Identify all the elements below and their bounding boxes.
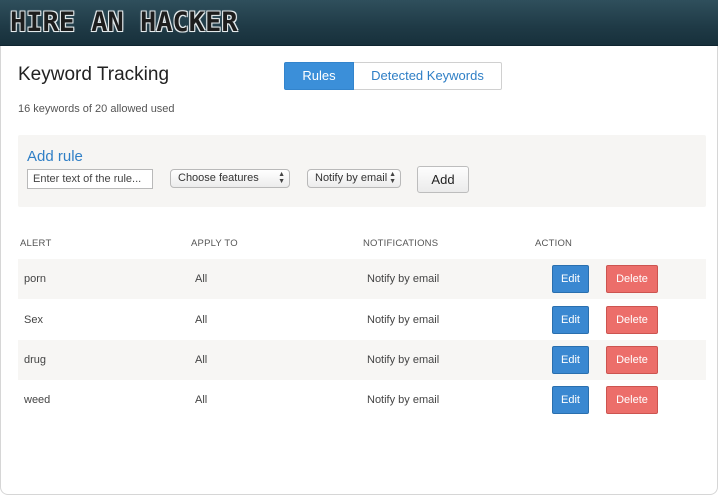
- apply-to-cell: All: [195, 314, 208, 326]
- delete-button[interactable]: Delete: [606, 306, 658, 334]
- edit-button[interactable]: Edit: [552, 306, 589, 334]
- edit-button[interactable]: Edit: [552, 386, 589, 414]
- notify-select-value: Notify by email: [315, 172, 388, 184]
- add-rule-button[interactable]: Add: [417, 166, 469, 193]
- column-header-action: ACTION: [535, 238, 573, 249]
- table-row: drug All Notify by email Edit Delete: [18, 340, 706, 380]
- site-logo: HIRE AN HACKER: [10, 7, 238, 38]
- alert-cell: Sex: [24, 314, 43, 326]
- notify-select[interactable]: Notify by email ▲ ▼: [307, 169, 401, 188]
- add-rule-title: Add rule: [27, 148, 83, 165]
- alert-cell: weed: [24, 394, 51, 406]
- edit-button[interactable]: Edit: [552, 265, 589, 293]
- delete-button[interactable]: Delete: [606, 346, 658, 374]
- notification-cell: Notify by email: [367, 314, 440, 326]
- notification-cell: Notify by email: [367, 354, 440, 366]
- table-row: weed All Notify by email Edit Delete: [18, 380, 706, 420]
- page-title: Keyword Tracking: [18, 64, 170, 85]
- rule-text-input[interactable]: [27, 169, 153, 189]
- notification-cell: Notify by email: [367, 394, 440, 406]
- apply-to-cell: All: [195, 273, 208, 285]
- table-row: porn All Notify by email Edit Delete: [18, 259, 706, 299]
- keyword-usage-text: 16 keywords of 20 allowed used: [18, 103, 175, 115]
- column-header-alert: ALERT: [20, 238, 52, 249]
- features-select[interactable]: Choose features ▲ ▼: [170, 169, 290, 188]
- top-header-bar: HIRE AN HACKER: [0, 0, 718, 46]
- alert-cell: drug: [24, 354, 47, 366]
- select-arrows-icon: ▲ ▼: [389, 171, 396, 185]
- column-header-apply-to: APPLY TO: [191, 238, 238, 249]
- select-arrows-icon: ▲ ▼: [278, 171, 285, 185]
- table-row: Sex All Notify by email Edit Delete: [18, 300, 706, 340]
- tab-rules[interactable]: Rules: [284, 62, 354, 90]
- view-tabs: Rules Detected Keywords: [284, 62, 502, 90]
- delete-button[interactable]: Delete: [606, 386, 658, 414]
- apply-to-cell: All: [195, 354, 208, 366]
- apply-to-cell: All: [195, 394, 208, 406]
- notification-cell: Notify by email: [367, 273, 440, 285]
- tab-detected-keywords[interactable]: Detected Keywords: [354, 62, 502, 90]
- alert-cell: porn: [24, 273, 47, 285]
- features-select-value: Choose features: [178, 172, 259, 184]
- edit-button[interactable]: Edit: [552, 346, 589, 374]
- column-header-notifications: NOTIFICATIONS: [363, 238, 439, 249]
- delete-button[interactable]: Delete: [606, 265, 658, 293]
